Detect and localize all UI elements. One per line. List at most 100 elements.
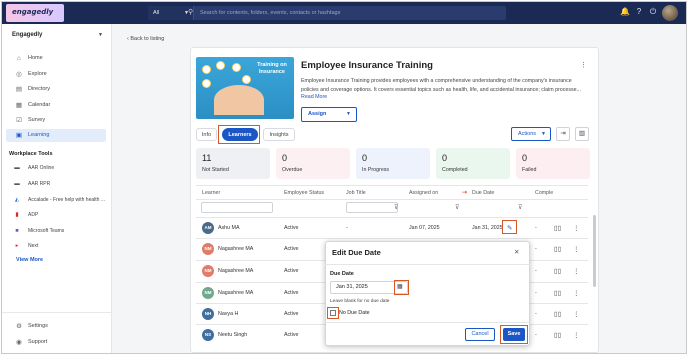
learner-name[interactable]: Neetu Singh	[218, 332, 247, 338]
learner-name[interactable]: Nagashree MA	[218, 290, 253, 296]
due-date-hint: Leave blank for no due date	[330, 299, 390, 304]
column-header-job-title[interactable]: Job Title	[346, 190, 366, 196]
learner-filter-input[interactable]	[201, 202, 273, 213]
filter-icon[interactable]: ⊽	[394, 204, 398, 211]
book-icon[interactable]: ▯▯	[554, 245, 561, 253]
search-input[interactable]	[200, 6, 500, 20]
tool-logo-icon: ◭	[14, 197, 20, 203]
sidebar-item-label: Settings	[28, 323, 48, 329]
save-button-highlight	[500, 325, 528, 344]
sidebar-item-home[interactable]: ⌂ Home	[6, 52, 106, 65]
learner-name[interactable]: Nagashree MA	[218, 246, 253, 252]
gear-icon: ⚙	[16, 323, 22, 330]
employee-status: Active	[284, 290, 299, 296]
assign-button[interactable]: Assign ▼	[301, 107, 357, 122]
sidebar-item-survey[interactable]: ☑ Survey	[6, 114, 106, 127]
tool-item-aar-rpr[interactable]: ▬ AAR RPR	[6, 178, 106, 191]
top-bar: engagedly All▼ ⚲ 🔔 ? ⏻	[2, 2, 686, 24]
tool-item-adp[interactable]: ▮ ADP	[6, 209, 106, 222]
learner-avatar: AM	[202, 222, 214, 234]
sidebar-item-explore[interactable]: ◎ Explore	[6, 68, 106, 81]
back-to-listing-link[interactable]: ‹ Back to listing	[127, 36, 164, 42]
more-options-icon[interactable]: ⋮	[573, 245, 580, 253]
sidebar-item-directory[interactable]: ▤ Directory	[6, 83, 106, 96]
stat-overdue: 0 Overdue	[276, 148, 350, 179]
bell-icon[interactable]: 🔔	[620, 7, 630, 17]
actions-label: Actions	[518, 131, 537, 137]
more-options-icon[interactable]: ⋮	[573, 289, 580, 297]
more-options-icon[interactable]: ⋮	[580, 61, 587, 69]
tab-info[interactable]: Info	[196, 128, 217, 141]
book-icon[interactable]: ▯▯	[554, 331, 561, 339]
stat-in-progress: 0 In Progress	[356, 148, 430, 179]
view-more-link[interactable]: View More	[16, 257, 43, 263]
filter-icon[interactable]: ⊽	[518, 204, 522, 211]
sidebar-item-settings[interactable]: ⚙ Settings	[6, 320, 106, 333]
column-header-learner[interactable]: Learner	[202, 190, 220, 196]
icon-bubble	[202, 65, 211, 74]
sidebar-item-learning[interactable]: ▣ Learning	[6, 129, 106, 142]
completion: -	[535, 246, 537, 252]
stat-label: Failed	[522, 167, 537, 173]
book-icon[interactable]: ▯▯	[554, 267, 561, 275]
column-header-employee-status[interactable]: Employee Status	[284, 190, 324, 196]
stat-value: 0	[442, 153, 448, 163]
column-header-complete[interactable]: Comple	[535, 190, 553, 196]
tool-label: Microsoft Teams	[28, 228, 65, 234]
directory-icon: ▤	[15, 86, 23, 93]
sidebar-item-support[interactable]: ◉ Support	[6, 336, 106, 349]
stat-value: 0	[282, 153, 288, 163]
job-title-filter-input[interactable]	[346, 202, 398, 213]
book-icon[interactable]: ▯▯	[554, 224, 561, 232]
tool-item-aar-online[interactable]: ▬ AAR Online	[6, 162, 106, 175]
book-icon[interactable]: ▯▯	[554, 289, 561, 297]
columns-icon[interactable]: ▥	[575, 127, 589, 141]
more-options-icon[interactable]: ⋮	[573, 331, 580, 339]
annotation-arrow-icon: ⇢	[462, 190, 468, 196]
chevron-down-icon: ▼	[541, 131, 546, 137]
completion: -	[535, 311, 537, 317]
employee-status: Active	[284, 332, 299, 338]
sidebar-item-label: Directory	[28, 86, 51, 92]
tab-insights[interactable]: Insights	[263, 128, 295, 141]
tool-item-microsoft-teams[interactable]: ■ Microsoft Teams	[6, 225, 106, 238]
logo[interactable]: engagedly	[6, 4, 64, 22]
learner-name[interactable]: Navya H	[218, 311, 238, 317]
book-icon[interactable]: ▯▯	[554, 310, 561, 318]
filter-row-divider	[196, 217, 588, 218]
cancel-button[interactable]: Cancel	[465, 328, 495, 341]
export-icon[interactable]: ⇥	[556, 127, 570, 141]
learner-avatar: NM	[202, 243, 214, 255]
more-options-icon[interactable]: ⋮	[573, 310, 580, 318]
org-name[interactable]: Engagedly	[12, 32, 42, 38]
row-divider	[196, 238, 588, 239]
help-icon[interactable]: ?	[634, 7, 644, 17]
learner-name[interactable]: Nagashree MA	[218, 268, 253, 274]
employee-status: Active	[284, 225, 299, 231]
close-icon[interactable]: ✕	[514, 248, 519, 256]
search-scope-label: All	[153, 10, 160, 16]
actions-button[interactable]: Actions ▼	[511, 127, 551, 141]
learner-name[interactable]: Ashu MA	[218, 225, 240, 231]
column-header-due-date[interactable]: Due Date	[472, 190, 494, 196]
icon-bubble	[232, 63, 241, 72]
no-due-date-label[interactable]: No Due Date	[339, 310, 370, 316]
home-icon: ⌂	[17, 55, 21, 62]
stat-label: In Progress	[362, 167, 390, 173]
more-options-icon[interactable]: ⋮	[573, 224, 580, 232]
more-options-icon[interactable]: ⋮	[573, 267, 580, 275]
stat-value: 0	[362, 153, 368, 163]
due-date-label: Due Date	[330, 271, 354, 277]
tool-item-next[interactable]: ▸ Next	[6, 240, 106, 253]
filter-icon[interactable]: ⊽	[455, 204, 459, 211]
column-header-assigned-on[interactable]: Assigned on	[409, 190, 438, 196]
user-avatar[interactable]	[662, 5, 678, 21]
tool-logo-icon: ▬	[14, 165, 20, 171]
table-scrollbar[interactable]	[593, 215, 596, 287]
power-icon[interactable]: ⏻	[648, 7, 658, 17]
sidebar-item-label: Home	[28, 55, 43, 61]
read-more-link[interactable]: Read More	[301, 94, 327, 100]
sidebar-item-calendar[interactable]: ▦ Calendar	[6, 99, 106, 112]
chevron-down-icon[interactable]: ▼	[98, 32, 103, 38]
tool-item-accalade[interactable]: ◭ Accalade - Free help with health ...	[6, 194, 106, 207]
